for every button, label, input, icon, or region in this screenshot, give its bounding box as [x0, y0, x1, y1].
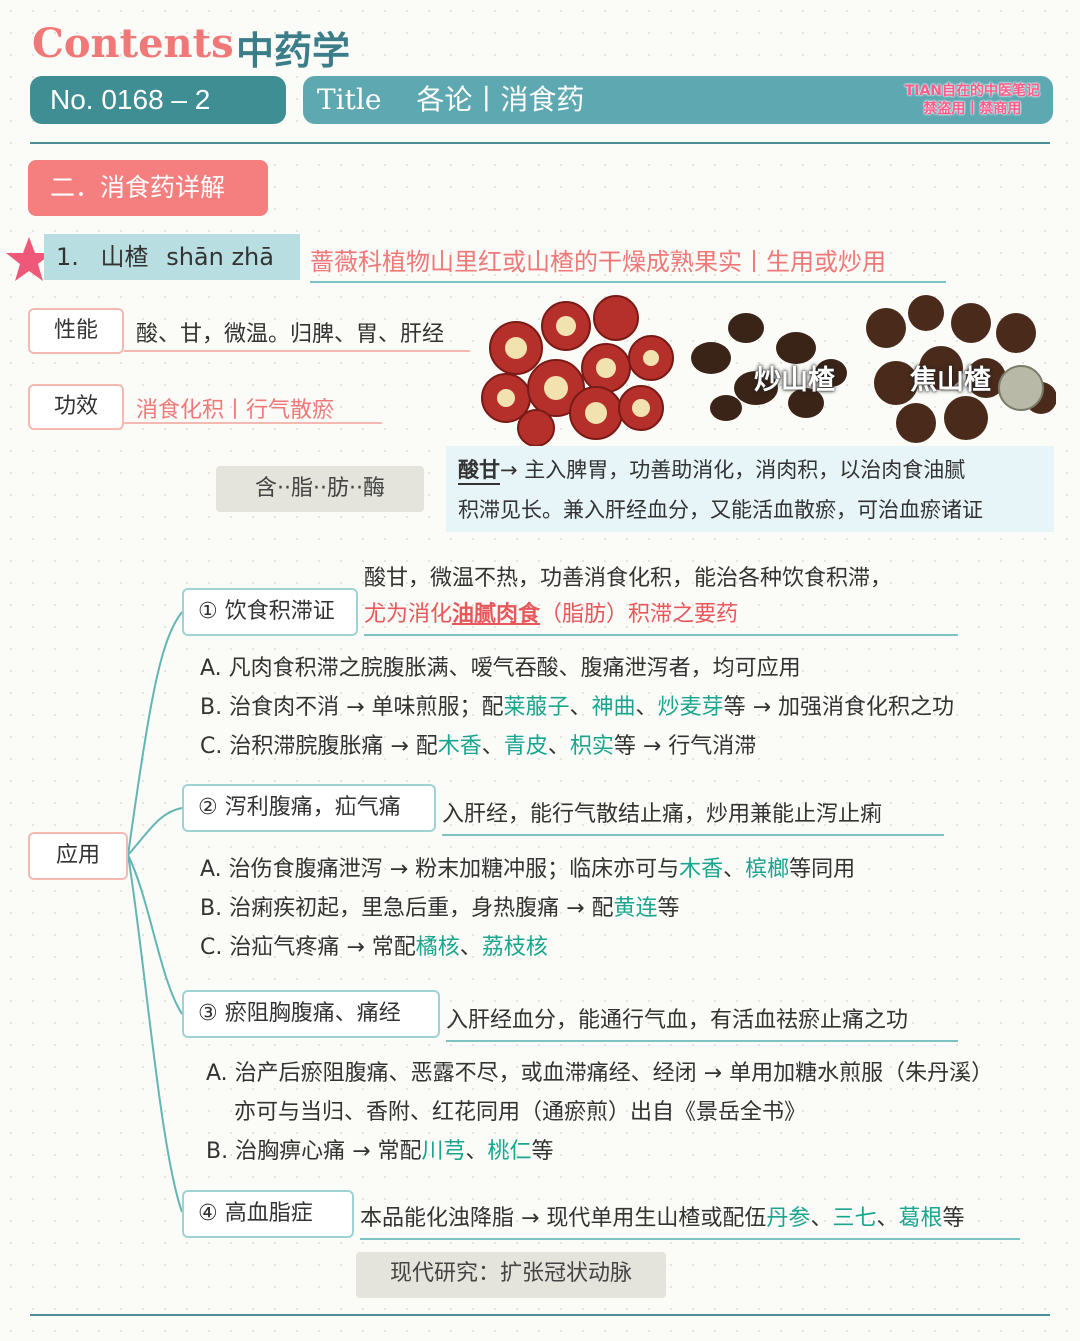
- herb-lizhihe: 荔枝核: [481, 935, 548, 960]
- app3-desc: 入肝经血分，能通行气血，有活血祛瘀止痛之功: [446, 1002, 958, 1042]
- herb-gegen: 葛根: [898, 1206, 943, 1231]
- app1-A: A. 凡肉食积滞之脘腹胀满、嗳气吞酸、腹痛泄泻者，均可应用: [200, 656, 801, 681]
- app1-desc-b: 油腻肉食: [452, 602, 541, 627]
- app2-A-pre: A. 治伤食腹痛泄泻 → 粉末加糖冲服；临床亦可与: [200, 857, 680, 882]
- app3-B-pre: B. 治胸痹心痛 → 常配: [206, 1139, 422, 1164]
- app1-desc-line1: 酸甘，微温不热，功善消食化积，能治各种饮食积滞，: [364, 566, 893, 591]
- herb-chuanxiong: 川芎: [421, 1139, 466, 1164]
- sep: 、: [810, 1206, 833, 1231]
- herb-shenqu: 神曲: [591, 695, 636, 720]
- app1-desc-c: （脂肪）积滞之要药: [540, 602, 739, 627]
- app4-heading: ④ 高血脂症: [182, 1190, 354, 1238]
- app3-A: A. 治产后瘀阻腹痛、恶露不尽，或血滞痛经、经闭 → 单用加糖水煎服（朱丹溪）: [206, 1061, 994, 1086]
- app1-desc-a: 尤为消化: [364, 602, 453, 627]
- app2-C-pre: C. 治疝气疼痛 → 常配: [200, 935, 416, 960]
- herb-muxiang: 木香: [437, 734, 482, 759]
- sep: 、: [569, 695, 592, 720]
- sep: 、: [635, 695, 658, 720]
- app2-A: A. 治伤食腹痛泄泻 → 粉末加糖冲服；临床亦可与木香、槟榔等同用: [200, 851, 855, 883]
- sep: 、: [465, 1139, 488, 1164]
- app3-B: B. 治胸痹心痛 → 常配川芎、桃仁等: [206, 1133, 554, 1165]
- app2-heading: ② 泻利腹痛，疝气痛: [182, 784, 436, 832]
- app1-desc-line2: 尤为消化油腻肉食（脂肪）积滞之要药: [364, 596, 958, 636]
- app1-B-post: 等 → 加强消食化积之功: [723, 695, 954, 720]
- herb-zhishi: 枳实: [569, 734, 614, 759]
- herb-laifuzi: 莱菔子: [503, 695, 570, 720]
- sep: 、: [547, 734, 570, 759]
- app1-C: C. 治积滞脘腹胀痛 → 配木香、青皮、枳实等 → 行气消滞: [200, 728, 756, 760]
- herb-juhe: 橘核: [415, 935, 460, 960]
- herb-qingpi: 青皮: [503, 734, 548, 759]
- app2-C: C. 治疝气疼痛 → 常配橘核、荔枝核: [200, 929, 548, 961]
- app1-C-pre: C. 治积滞脘腹胀痛 → 配: [200, 734, 438, 759]
- herb-chaomaiya: 炒麦芽: [657, 695, 724, 720]
- app3-heading: ③ 瘀阻胸腹痛、痛经: [182, 990, 440, 1038]
- app1-B-pre: B. 治食肉不消 → 单味煎服；配: [200, 695, 504, 720]
- sep: 、: [876, 1206, 899, 1231]
- app1-heading: ① 饮食积滞证: [182, 588, 358, 636]
- app3-B-post: 等: [531, 1139, 554, 1164]
- herb-taoren: 桃仁: [487, 1139, 532, 1164]
- app4-desc-post: 等: [942, 1206, 965, 1231]
- herb-binlang: 槟榔: [745, 857, 790, 882]
- herb-danshen: 丹参: [766, 1206, 811, 1231]
- app2-B-post: 等: [657, 896, 680, 921]
- app2-B-pre: B. 治痢疾初起，里急后重，身热腹痛 → 配: [200, 896, 614, 921]
- app2-desc: 入肝经，能行气散结止痛，炒用兼能止泻止痢: [442, 796, 944, 836]
- sep: 、: [481, 734, 504, 759]
- app1-C-post: 等 → 行气消滞: [613, 734, 757, 759]
- footer-divider: [30, 1314, 1050, 1316]
- modern-research-box: 现代研究：扩张冠状动脉: [356, 1252, 666, 1298]
- herb-sanqi: 三七: [832, 1206, 877, 1231]
- app4-desc: 本品能化浊降脂 → 现代单用生山楂或配伍丹参、三七、葛根等: [360, 1200, 1020, 1240]
- app2-A-post: 等同用: [789, 857, 856, 882]
- app3-A-line2: 亦可与当归、香附、红花同用（通瘀煎）出自《景岳全书》: [234, 1100, 807, 1125]
- sep: 、: [459, 935, 482, 960]
- app2-B: B. 治痢疾初起，里急后重，身热腹痛 → 配黄连等: [200, 890, 680, 922]
- sep: 、: [723, 857, 746, 882]
- application-label: 应用: [28, 832, 128, 880]
- herb-huanglian: 黄连: [613, 896, 658, 921]
- app1-B: B. 治食肉不消 → 单味煎服；配莱菔子、神曲、炒麦芽等 → 加强消食化积之功: [200, 689, 954, 721]
- app4-desc-pre: 本品能化浊降脂 → 现代单用生山楂或配伍: [360, 1206, 767, 1231]
- herb-muxiang-2: 木香: [679, 857, 724, 882]
